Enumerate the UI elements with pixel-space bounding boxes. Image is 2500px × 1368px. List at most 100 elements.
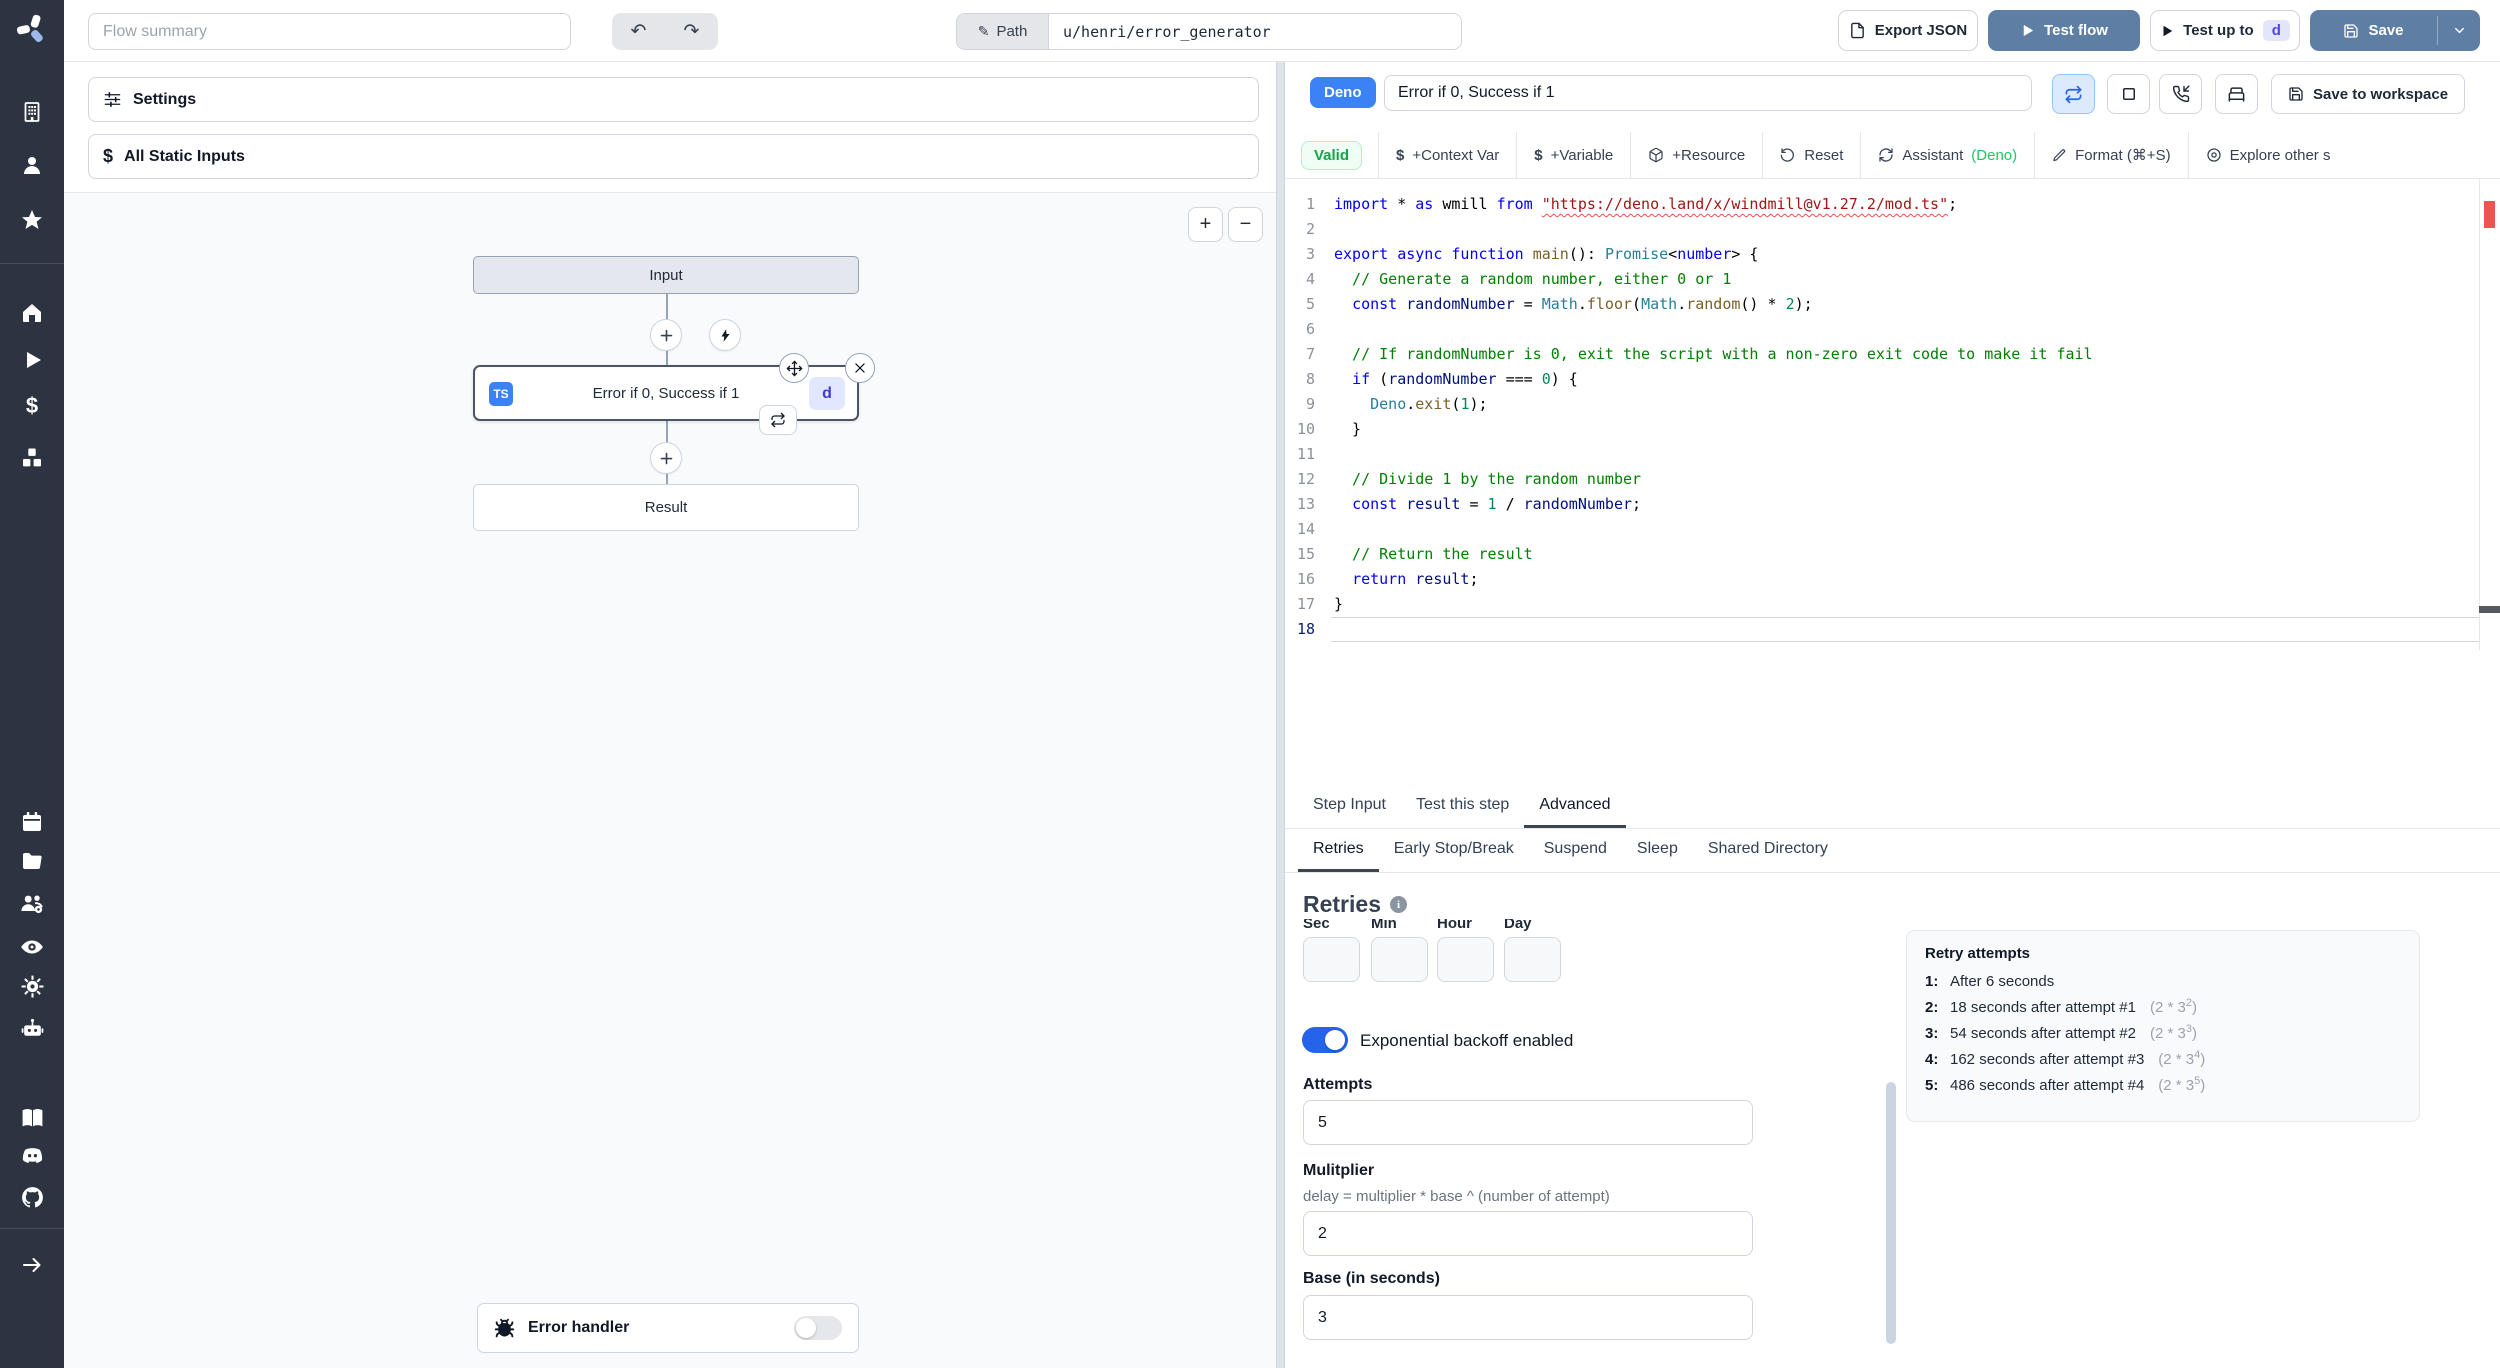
multiplier-label: Mulitplier (1303, 1162, 1375, 1179)
resources-boxes-icon[interactable] (0, 446, 64, 470)
flow-step-node-selected[interactable]: TS Error if 0, Success if 1 d (473, 353, 875, 435)
editor-scrollbar[interactable] (2479, 606, 2500, 613)
explore-scripts-button[interactable]: Explore other s (2187, 132, 2348, 178)
audit-eye-icon[interactable] (0, 934, 64, 960)
step-id-badge: d (809, 377, 845, 410)
delete-step-button[interactable] (845, 353, 875, 383)
move-step-handle[interactable] (779, 353, 809, 383)
code-editor[interactable]: 1 import * as wmill from "https://deno.la… (1285, 179, 2500, 650)
hour-input[interactable] (1437, 937, 1494, 982)
multiplier-input[interactable] (1303, 1211, 1753, 1256)
sleep-bed-button[interactable] (2215, 74, 2258, 114)
save-dropdown-button[interactable] (2438, 10, 2480, 51)
suspend-phone-button[interactable] (2159, 74, 2202, 114)
step-tabs: Step Input Test this step Advanced (1285, 785, 2500, 829)
undo-icon[interactable]: ↶ (612, 13, 665, 50)
error-handler-node[interactable]: Error handler (477, 1303, 859, 1353)
rotate-ccw-icon (1780, 147, 1796, 163)
settings-gear-icon[interactable] (0, 974, 64, 999)
tab-suspend[interactable]: Suspend (1529, 829, 1622, 872)
sec-input[interactable] (1303, 937, 1360, 982)
attempts-input[interactable] (1303, 1100, 1753, 1145)
retry-attempts-title: Retry attempts (1925, 945, 2031, 962)
tab-step-input[interactable]: Step Input (1298, 785, 1401, 828)
tab-shared-directory[interactable]: Shared Directory (1693, 829, 1843, 872)
play-icon (2020, 23, 2035, 38)
retries-shortcut-button[interactable] (2052, 74, 2095, 114)
zoom-in-button[interactable]: + (1188, 207, 1223, 242)
zoom-out-button[interactable]: − (1228, 207, 1263, 242)
add-step-button[interactable] (650, 319, 682, 351)
min-input[interactable] (1371, 937, 1428, 982)
redo-icon[interactable]: ↷ (665, 13, 718, 50)
box-icon (1648, 147, 1664, 163)
all-static-inputs-row[interactable]: $ All Static Inputs (88, 134, 1259, 179)
add-trigger-bolt-button[interactable] (709, 319, 741, 351)
github-icon[interactable] (0, 1185, 64, 1210)
sliders-icon (103, 90, 122, 109)
test-up-to-button[interactable]: Test up to d (2150, 10, 2300, 51)
add-context-var-button[interactable]: $ +Context Var (1378, 132, 1516, 178)
tab-advanced[interactable]: Advanced (1524, 785, 1626, 828)
day-label: Day (1504, 919, 1532, 932)
workers-robot-icon[interactable] (0, 1016, 64, 1041)
save-to-workspace-button[interactable]: Save to workspace (2271, 74, 2466, 114)
tab-retries[interactable]: Retries (1298, 829, 1379, 872)
content-scrollbar[interactable] (1886, 1082, 1896, 1344)
flow-settings-row[interactable]: Settings (88, 77, 1259, 122)
error-handler-toggle-off[interactable] (794, 1316, 842, 1340)
multiplier-help: delay = multiplier * base ^ (number of a… (1303, 1188, 1610, 1205)
flow-summary-input[interactable] (88, 13, 571, 50)
docs-book-icon[interactable] (0, 1105, 64, 1130)
flow-input-node[interactable]: Input (473, 256, 859, 294)
exponential-backoff-toggle-on[interactable] (1302, 1027, 1348, 1053)
path-field[interactable]: ✎ Path u/henri/error_generator (956, 13, 1462, 50)
assistant-button[interactable]: Assistant (Deno) (1860, 132, 2034, 178)
home-icon[interactable] (0, 301, 64, 325)
error-marker (2484, 201, 2495, 228)
user-icon[interactable] (0, 153, 64, 177)
path-value[interactable]: u/henri/error_generator (1049, 14, 1461, 49)
play-icon (2160, 24, 2174, 38)
schedules-calendar-icon[interactable] (0, 810, 64, 834)
groups-users-gear-icon[interactable] (0, 891, 64, 917)
flow-canvas[interactable]: + − Input TS Error if 0, Success if 1 d (64, 192, 1276, 1368)
base-input[interactable] (1303, 1295, 1753, 1340)
variables-dollar-icon[interactable]: $ (0, 393, 64, 419)
file-export-icon (1849, 22, 1866, 39)
reset-button[interactable]: Reset (1762, 132, 1860, 178)
app-sidebar: $ (0, 0, 64, 1368)
export-json-button[interactable]: Export JSON (1838, 10, 1978, 51)
hour-label: Hour (1437, 919, 1472, 932)
flow-result-node[interactable]: Result (473, 484, 859, 531)
format-button[interactable]: Format (⌘+S) (2034, 132, 2187, 178)
day-input[interactable] (1504, 937, 1561, 982)
test-flow-button[interactable]: Test flow (1988, 10, 2140, 51)
retry-attempts-panel: Retry attempts 1: After 6 seconds 2: 18 se… (1906, 930, 2420, 1122)
retry-indicator-icon[interactable] (759, 405, 797, 435)
add-variable-button[interactable]: $ +Variable (1516, 132, 1630, 178)
retry-row: 4: 162 seconds after attempt #3 (2 * 34) (1925, 1049, 2206, 1068)
collapse-arrow-right-icon[interactable] (0, 1253, 64, 1277)
tab-early-stop[interactable]: Early Stop/Break (1379, 829, 1529, 872)
save-button[interactable]: Save (2310, 10, 2437, 51)
workspace-building-icon[interactable] (0, 100, 64, 124)
info-icon[interactable]: i (1389, 896, 1407, 913)
pencil-icon: ✎ (977, 23, 990, 39)
early-stop-square-button[interactable] (2107, 74, 2150, 114)
windmill-logo-icon[interactable] (15, 12, 49, 46)
favorites-star-icon[interactable] (0, 208, 64, 232)
step-name-input[interactable] (1384, 75, 2032, 111)
dollar-icon: $ (103, 146, 114, 166)
error-handler-label: Error handler (528, 1319, 630, 1336)
tab-sleep[interactable]: Sleep (1622, 829, 1693, 872)
discord-icon[interactable] (0, 1143, 64, 1168)
add-step-button[interactable] (650, 442, 682, 474)
folders-icon[interactable] (0, 849, 64, 873)
add-resource-button[interactable]: +Resource (1630, 132, 1762, 178)
editor-toolbar: Valid $ +Context Var $ +Variable +Resour… (1285, 132, 2500, 179)
exponential-backoff-label: Exponential backoff enabled (1360, 1031, 1574, 1050)
panel-splitter[interactable] (1276, 62, 1285, 1368)
runs-play-icon[interactable] (0, 348, 64, 372)
tab-test-this-step[interactable]: Test this step (1401, 785, 1524, 828)
